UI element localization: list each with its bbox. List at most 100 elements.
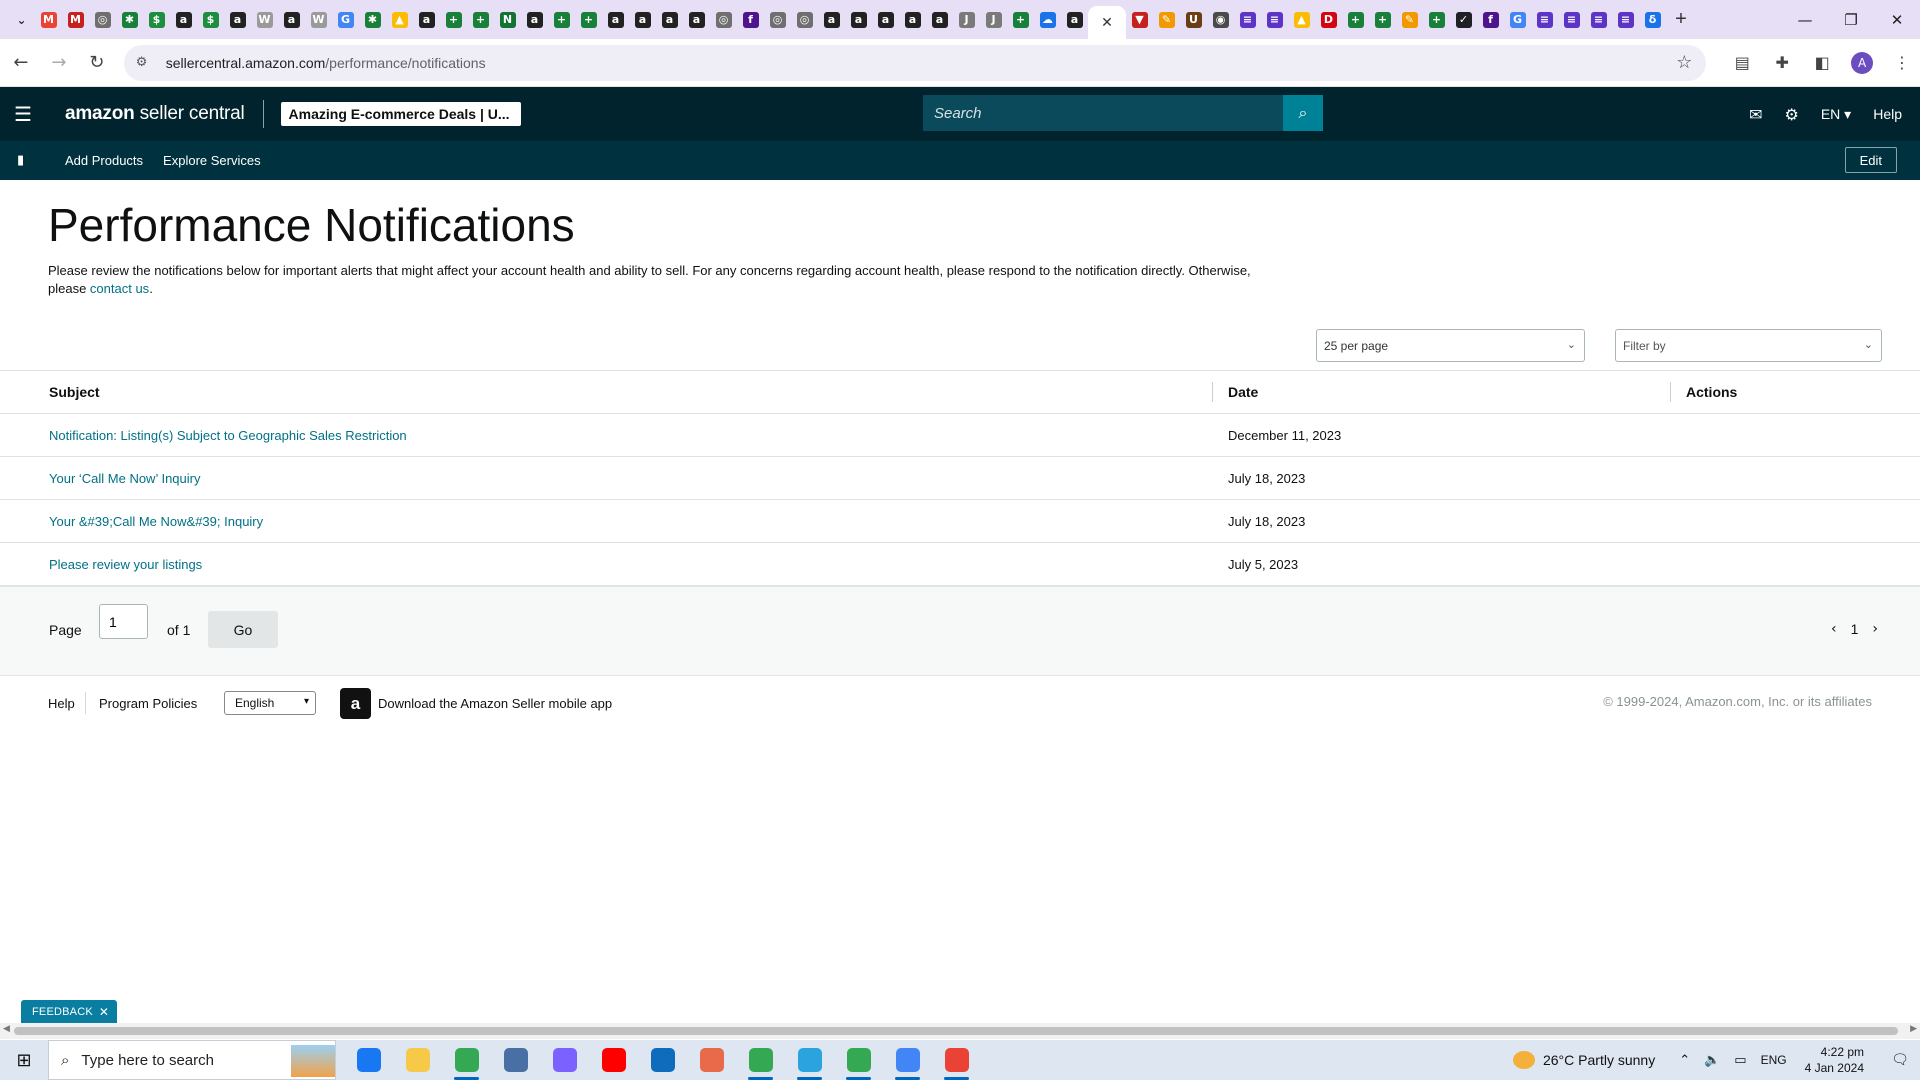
browser-tab[interactable]: ◎ (791, 0, 818, 39)
browser-tab[interactable]: G (332, 0, 359, 39)
browser-tab[interactable]: a (602, 0, 629, 39)
windows-start-icon[interactable]: ⊞ (0, 1040, 48, 1080)
browser-tab[interactable]: J (953, 0, 980, 39)
clock[interactable]: 4:22 pm 4 Jan 2024 (1805, 1044, 1864, 1076)
browser-tab[interactable]: $ (143, 0, 170, 39)
weather-widget[interactable]: 26°C Partly sunny (1512, 1051, 1655, 1069)
browser-tab[interactable]: ✱ (359, 0, 386, 39)
browser-tab[interactable]: + (440, 0, 467, 39)
bookmark-star-icon[interactable]: ☆ (1676, 52, 1692, 73)
chevron-up-icon[interactable]: ⌃ (1679, 1053, 1690, 1068)
restore-icon[interactable]: ❐ (1828, 0, 1874, 39)
browser-tab[interactable]: ◎ (89, 0, 116, 39)
close-icon[interactable]: ✕ (1101, 14, 1113, 31)
browser-tab[interactable]: a (170, 0, 197, 39)
taskbar-app-chrome-profile[interactable] (932, 1040, 981, 1080)
site-settings-icon[interactable]: ⚙ (136, 55, 156, 70)
browser-tab[interactable]: + (548, 0, 575, 39)
taskbar-app-chrome-profile[interactable] (883, 1040, 932, 1080)
chevron-left-icon[interactable]: ‹ (1831, 621, 1837, 637)
browser-tab[interactable]: + (1423, 0, 1450, 39)
browser-tab[interactable]: ≡ (1531, 0, 1558, 39)
taskbar-app-facebook[interactable] (344, 1040, 393, 1080)
browser-tab[interactable]: + (1369, 0, 1396, 39)
taskbar-app-chrome[interactable] (442, 1040, 491, 1080)
search-input[interactable] (923, 95, 1283, 131)
search-button[interactable]: ⌕ (1283, 95, 1323, 131)
help-link[interactable]: Help (1873, 106, 1902, 122)
notification-subject-link[interactable]: Notification: Listing(s) Subject to Geog… (49, 414, 407, 456)
chevron-right-icon[interactable]: › (1872, 621, 1878, 637)
browser-tab[interactable]: ☁ (1034, 0, 1061, 39)
browser-tab[interactable]: δ (1639, 0, 1666, 39)
browser-tab[interactable]: a (278, 0, 305, 39)
input-language[interactable]: ENG (1761, 1053, 1787, 1067)
browser-tab[interactable]: + (467, 0, 494, 39)
taskbar-app-chrome-profile[interactable] (834, 1040, 883, 1080)
nav-add-products[interactable]: Add Products (65, 153, 143, 168)
browser-tab[interactable]: a (818, 0, 845, 39)
minimize-icon[interactable]: — (1782, 0, 1828, 39)
browser-tab[interactable]: a (629, 0, 656, 39)
notification-subject-link[interactable]: Your ‘Call Me Now’ Inquiry (49, 457, 201, 499)
browser-tab[interactable]: W (305, 0, 332, 39)
browser-tab[interactable]: ▲ (386, 0, 413, 39)
browser-tab[interactable]: ◎ (764, 0, 791, 39)
browser-tab[interactable]: a (413, 0, 440, 39)
forward-icon[interactable]: → (42, 46, 76, 80)
scroll-left-icon[interactable]: ◀ (3, 1024, 10, 1034)
speaker-icon[interactable]: 🔈 (1704, 1053, 1720, 1068)
browser-tab[interactable]: M (35, 0, 62, 39)
browser-tab[interactable]: ✓ (1450, 0, 1477, 39)
language-selector[interactable]: EN ▾ (1821, 106, 1851, 123)
seller-central-logo[interactable]: amazon seller central (65, 103, 245, 125)
browser-tab[interactable]: M (62, 0, 89, 39)
feedback-button[interactable]: FEEDBACK ✕ (21, 1000, 118, 1023)
edit-button[interactable]: Edit (1844, 147, 1897, 173)
mail-icon[interactable]: ✉ (1749, 105, 1762, 124)
back-icon[interactable]: ← (4, 46, 38, 80)
footer-help-link[interactable]: Help (48, 696, 75, 711)
extension-icon[interactable]: ▤ (1724, 45, 1760, 81)
browser-tab[interactable]: a (926, 0, 953, 39)
browser-tab[interactable]: ≡ (1585, 0, 1612, 39)
browser-tab[interactable]: ◎ (710, 0, 737, 39)
browser-tab[interactable]: f (1477, 0, 1504, 39)
close-icon[interactable]: ✕ (99, 1005, 109, 1019)
bookmark-icon[interactable]: ▮ (17, 153, 35, 168)
browser-tab[interactable]: a (521, 0, 548, 39)
browser-tab[interactable]: ▲ (1288, 0, 1315, 39)
contact-us-link[interactable]: contact us (90, 281, 149, 296)
filter-select[interactable]: Filter by ⌄ (1615, 329, 1882, 362)
browser-tab[interactable]: ≡ (1234, 0, 1261, 39)
browser-tab[interactable]: a (656, 0, 683, 39)
side-panel-icon[interactable]: ◧ (1804, 45, 1840, 81)
browser-tab[interactable]: D (1315, 0, 1342, 39)
browser-tab[interactable]: a (845, 0, 872, 39)
browser-tab[interactable]: G (1504, 0, 1531, 39)
profile-button[interactable]: A (1844, 45, 1880, 81)
taskbar-app-file-explorer[interactable] (393, 1040, 442, 1080)
download-app-link[interactable]: Download the Amazon Seller mobile app (378, 696, 612, 711)
gear-icon[interactable]: ⚙ (1784, 105, 1798, 124)
notification-subject-link[interactable]: Your &#39;Call Me Now&#39; Inquiry (49, 500, 263, 542)
per-page-select[interactable]: 25 per page ⌄ (1316, 329, 1585, 362)
extensions-puzzle-icon[interactable]: ✚ (1764, 45, 1800, 81)
browser-tab[interactable]: a (683, 0, 710, 39)
close-window-icon[interactable]: ✕ (1874, 0, 1920, 39)
program-policies-link[interactable]: Program Policies (99, 696, 197, 711)
page-number-input[interactable] (99, 604, 148, 639)
header-subject[interactable]: Subject (49, 371, 100, 413)
browser-tab[interactable]: ≡ (1261, 0, 1288, 39)
address-bar[interactable]: ⚙ sellercentral.amazon.com/performance/n… (123, 44, 1707, 81)
browser-tab[interactable]: a (872, 0, 899, 39)
tab-search-button[interactable]: ⌄ (8, 0, 35, 39)
taskbar-app-calculator[interactable] (491, 1040, 540, 1080)
notification-subject-link[interactable]: Please review your listings (49, 543, 202, 585)
nav-explore-services[interactable]: Explore Services (163, 153, 261, 168)
browser-tab[interactable]: ▼ (1126, 0, 1153, 39)
browser-tab[interactable]: + (1007, 0, 1034, 39)
active-tab[interactable]: ✕ (1088, 6, 1126, 39)
scroll-thumb[interactable] (14, 1027, 1898, 1035)
taskbar-app-youtube[interactable] (589, 1040, 638, 1080)
